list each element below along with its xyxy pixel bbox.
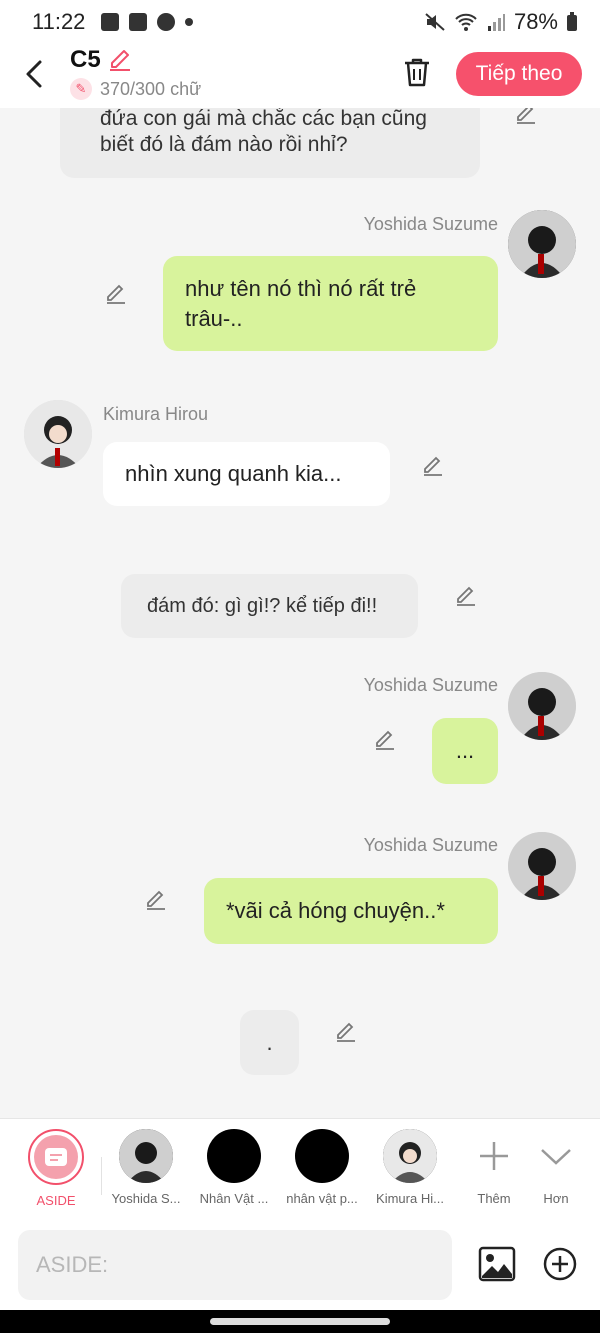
message-text: *vãi cả hóng chuyện..* bbox=[226, 898, 445, 923]
gallery-notification-icon bbox=[101, 13, 120, 31]
more-button[interactable]: Hơn bbox=[516, 1129, 596, 1206]
word-count-text: 370/300 chữ bbox=[100, 78, 202, 99]
character-label: Hơn bbox=[543, 1191, 569, 1206]
plus-icon bbox=[480, 1142, 508, 1170]
character-kimura[interactable]: Kimura Hi... bbox=[370, 1129, 450, 1206]
status-bar: 11:22 78% bbox=[0, 0, 600, 44]
character-nhan-vat[interactable]: Nhân Vật ... bbox=[194, 1129, 274, 1206]
message-input[interactable] bbox=[18, 1230, 452, 1300]
edit-message-icon[interactable] bbox=[334, 1020, 358, 1044]
message-text: nhìn xung quanh kia... bbox=[125, 461, 342, 486]
pencil-icon: ✎ bbox=[70, 78, 92, 100]
notification-icons bbox=[101, 13, 194, 31]
edit-message-icon[interactable] bbox=[144, 888, 168, 912]
chat-area[interactable]: đứa con gái mà chắc các bạn cũng biết đó… bbox=[0, 108, 600, 1118]
message-text: . bbox=[266, 1029, 273, 1055]
narration-bubble[interactable]: . bbox=[240, 1010, 299, 1075]
divider bbox=[101, 1157, 102, 1195]
edit-message-icon[interactable] bbox=[454, 584, 478, 608]
character-nhan-vat-p[interactable]: nhân vật p... bbox=[282, 1129, 362, 1206]
back-arrow-icon[interactable] bbox=[20, 54, 50, 94]
chapter-name: C5 bbox=[70, 46, 101, 73]
battery-icon bbox=[567, 12, 577, 31]
character-label: Kimura Hi... bbox=[376, 1191, 444, 1206]
home-handle[interactable] bbox=[210, 1318, 390, 1325]
user-message-bubble[interactable]: *vãi cả hóng chuyện..* bbox=[204, 878, 498, 944]
character-message-bubble[interactable]: nhìn xung quanh kia... bbox=[103, 442, 390, 506]
character-aside[interactable]: ASIDE bbox=[16, 1129, 96, 1208]
character-label: Yoshida S... bbox=[111, 1191, 181, 1206]
edit-message-icon[interactable] bbox=[514, 108, 538, 126]
speaker-name: Yoshida Suzume bbox=[363, 214, 498, 234]
more-notifications-icon bbox=[185, 18, 194, 26]
chapter-title: C5 bbox=[70, 46, 133, 74]
editor-header: C5 ✎ 370/300 chữ Tiếp theo bbox=[0, 44, 600, 108]
system-nav-bar bbox=[0, 1310, 600, 1333]
speaker-avatar[interactable] bbox=[508, 210, 576, 278]
composer bbox=[0, 1222, 600, 1310]
message-text: như tên nó thì nó rất trẻ trâu-.. bbox=[185, 276, 417, 331]
android-notification-icon bbox=[129, 13, 148, 31]
character-selector: ASIDE Yoshida S... Nhân Vật ... nhân vật… bbox=[0, 1118, 600, 1222]
user-message-bubble[interactable]: ... bbox=[432, 718, 498, 784]
trash-icon[interactable] bbox=[402, 56, 432, 88]
character-label: Nhân Vật ... bbox=[199, 1191, 269, 1206]
battery-percentage: 78% bbox=[513, 9, 558, 34]
message-text: ... bbox=[455, 738, 475, 763]
character-yoshida[interactable]: Yoshida S... bbox=[106, 1129, 186, 1206]
speaker-avatar[interactable] bbox=[508, 832, 576, 900]
character-label: ASIDE bbox=[36, 1193, 76, 1208]
character-avatar bbox=[295, 1129, 349, 1183]
character-avatar bbox=[207, 1129, 261, 1183]
aside-icon bbox=[28, 1129, 84, 1185]
character-label: nhân vật p... bbox=[286, 1191, 358, 1206]
image-icon[interactable] bbox=[478, 1246, 516, 1282]
speaker-name: Yoshida Suzume bbox=[363, 675, 498, 695]
speaker-name: Yoshida Suzume bbox=[363, 835, 498, 855]
edit-message-icon[interactable] bbox=[104, 282, 128, 306]
add-circle-icon[interactable] bbox=[542, 1246, 578, 1282]
message-text: đứa con gái mà chắc các bạn cũng biết đó… bbox=[100, 108, 427, 156]
edit-message-icon[interactable] bbox=[373, 728, 397, 752]
speaker-name: Kimura Hirou bbox=[103, 404, 209, 424]
status-time: 11:22 bbox=[32, 9, 86, 34]
chevron-down-icon bbox=[541, 1149, 571, 1165]
character-avatar bbox=[383, 1129, 437, 1183]
word-count: ✎ 370/300 chữ bbox=[70, 78, 201, 100]
message-text: đám đó: gì gì!? kể tiếp đi!! bbox=[147, 595, 378, 617]
speaker-avatar[interactable] bbox=[24, 400, 92, 468]
speaker-avatar[interactable] bbox=[508, 672, 576, 740]
narration-bubble[interactable]: đứa con gái mà chắc các bạn cũng biết đó… bbox=[60, 108, 480, 178]
next-button[interactable]: Tiếp theo bbox=[456, 52, 582, 96]
character-avatar bbox=[119, 1129, 173, 1183]
edit-title-icon[interactable] bbox=[107, 47, 133, 73]
edit-message-icon[interactable] bbox=[421, 454, 445, 478]
mute-icon bbox=[425, 13, 445, 31]
signal-icon bbox=[487, 14, 505, 31]
narration-bubble[interactable]: đám đó: gì gì!? kể tiếp đi!! bbox=[121, 574, 418, 638]
wifi-icon bbox=[455, 13, 477, 31]
user-message-bubble[interactable]: như tên nó thì nó rất trẻ trâu-.. bbox=[163, 256, 498, 351]
chrome-notification-icon bbox=[157, 13, 176, 31]
